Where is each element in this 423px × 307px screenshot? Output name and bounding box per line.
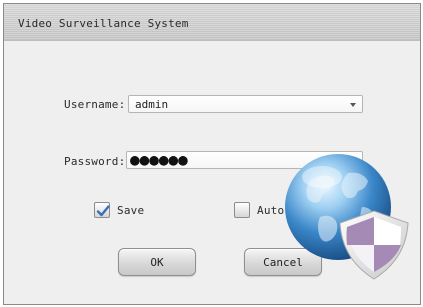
window-title: Video Surveillance System <box>18 17 189 30</box>
auto-login-checkbox[interactable] <box>234 202 250 218</box>
username-value: admin <box>135 97 169 111</box>
save-checkbox[interactable] <box>94 202 110 218</box>
password-mask: ●●●●●● <box>130 150 188 169</box>
auto-label: Auto <box>257 204 285 217</box>
save-label: Save <box>117 204 145 217</box>
chevron-down-icon[interactable] <box>350 103 356 107</box>
password-label: Password: <box>64 155 126 168</box>
username-combobox[interactable]: admin <box>128 95 363 113</box>
globe-shield-icon <box>285 154 409 280</box>
title-bar[interactable]: Video Surveillance System <box>4 4 420 41</box>
checkmark-icon <box>96 205 110 217</box>
ok-button[interactable]: OK <box>118 248 196 276</box>
username-label: Username: <box>64 98 126 111</box>
